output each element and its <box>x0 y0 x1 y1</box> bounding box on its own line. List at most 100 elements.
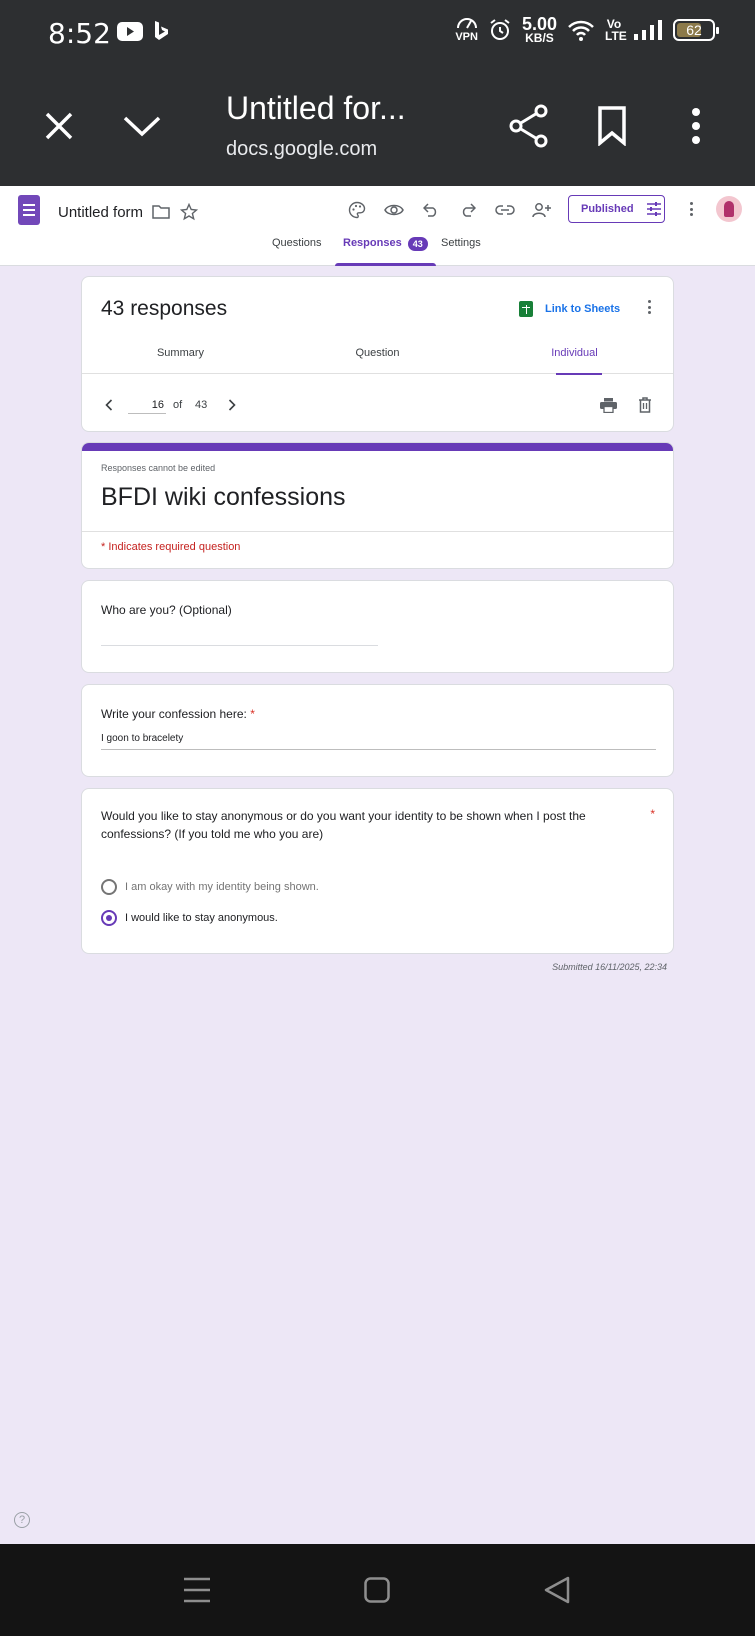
move-to-folder-button[interactable] <box>149 200 173 224</box>
youtube-icon <box>117 21 143 41</box>
tab-settings[interactable]: Settings <box>441 236 481 266</box>
radio-option-label: I am okay with my identity being shown. <box>125 881 319 893</box>
close-tab-button[interactable] <box>33 100 85 152</box>
home-button[interactable] <box>361 1574 393 1606</box>
bing-icon <box>155 21 168 40</box>
speed-unit: KB/S <box>525 31 554 45</box>
tab-questions-label: Questions <box>272 237 322 249</box>
battery-percent: 62 <box>686 22 702 38</box>
question-card: Who are you? (Optional) <box>81 580 674 673</box>
question-label: Who are you? (Optional) <box>101 603 232 617</box>
home-icon <box>364 1577 390 1603</box>
question-label: Would you like to stay anonymous or do y… <box>101 809 586 841</box>
print-icon <box>599 397 617 413</box>
vpn-icon <box>456 18 477 29</box>
required-star: * <box>250 707 255 721</box>
divider <box>82 531 673 532</box>
custom-tab-toolbar: Untitled for... docs.google.com <box>0 66 755 186</box>
forms-header: Untitled form Published Questions Respon… <box>0 186 755 266</box>
copy-link-button[interactable] <box>493 198 517 222</box>
back-icon <box>544 1576 570 1604</box>
bookmark-button[interactable] <box>586 100 638 152</box>
question-card: Would you like to stay anonymous or do y… <box>81 788 674 954</box>
answer-underline <box>101 645 378 646</box>
required-note: * Indicates required question <box>101 541 241 553</box>
star-icon <box>180 203 198 221</box>
tab-individual[interactable]: Individual <box>476 347 673 375</box>
undo-button[interactable] <box>419 198 443 222</box>
wifi-icon <box>568 20 594 41</box>
volte-label: Vo LTE <box>605 17 627 43</box>
previous-response-button[interactable] <box>100 396 118 414</box>
preview-eye-icon <box>384 204 404 216</box>
pager-total: 43 <box>195 399 208 411</box>
radio-option: I would like to stay anonymous. <box>101 910 278 926</box>
add-collaborator-icon <box>532 203 551 218</box>
answer-text: I goon to bracelety <box>101 733 184 744</box>
vpn-indicator: VPN <box>455 17 478 43</box>
tune-icon <box>646 202 661 216</box>
delete-response-button[interactable] <box>636 396 654 414</box>
tab-page-title: Untitled for... <box>226 90 406 126</box>
form-more-button[interactable] <box>681 199 701 219</box>
signal-icon <box>634 20 662 40</box>
share-button[interactable] <box>503 100 555 152</box>
preview-button[interactable] <box>382 198 406 222</box>
add-collaborators-button[interactable] <box>530 198 554 222</box>
redo-button[interactable] <box>456 198 480 222</box>
tab-questions[interactable]: Questions <box>272 236 322 266</box>
link-to-sheets-button[interactable]: Link to Sheets <box>519 301 620 317</box>
vpn-label: VPN <box>455 31 478 43</box>
question-card: Write your confession here: * I goon to … <box>81 684 674 777</box>
chevron-right-icon <box>228 399 236 411</box>
radio-option-label: I would like to stay anonymous. <box>125 912 278 924</box>
tab-summary[interactable]: Summary <box>82 347 279 374</box>
print-button[interactable] <box>599 396 617 414</box>
recents-icon <box>184 1577 210 1603</box>
more-options-button[interactable] <box>670 100 722 152</box>
tab-question[interactable]: Question <box>279 347 476 374</box>
response-pager: of 43 <box>82 387 673 423</box>
responses-not-editable-notice: Responses cannot be edited <box>101 463 216 473</box>
delete-icon <box>639 397 651 413</box>
answer-underline <box>101 749 656 750</box>
form-tabs: Questions Responses 43 Settings <box>0 236 755 266</box>
link-to-sheets-label: Link to Sheets <box>545 303 621 315</box>
customize-theme-button[interactable] <box>345 198 369 222</box>
submitted-timestamp: Submitted 16/11/2025, 22:34 <box>552 962 667 972</box>
undo-icon <box>423 203 437 217</box>
form-header-card: Responses cannot be edited BFDI wiki con… <box>81 442 674 569</box>
more-vert-icon <box>692 108 700 144</box>
folder-icon <box>152 205 170 219</box>
status-time: 8:52 <box>48 17 111 50</box>
responses-more-button[interactable] <box>639 297 659 317</box>
published-button[interactable]: Published <box>568 195 665 223</box>
tab-responses-label: Responses <box>343 237 402 249</box>
question-label: Write your confession here: * <box>101 705 255 723</box>
tab-settings-label: Settings <box>441 237 481 249</box>
responses-count-title: 43 responses <box>101 297 228 320</box>
next-response-button[interactable] <box>223 396 241 414</box>
response-number-input[interactable] <box>128 396 166 414</box>
chevron-left-icon <box>105 399 113 411</box>
response-view-tabs: Summary Question Individual <box>82 347 673 375</box>
recents-button[interactable] <box>181 1574 213 1606</box>
minimize-tab-button[interactable] <box>116 100 168 152</box>
radio-button-unselected <box>101 879 117 895</box>
share-icon <box>509 104 548 148</box>
chevron-down-icon <box>123 116 161 137</box>
form-title[interactable]: Untitled form <box>58 204 143 221</box>
link-icon <box>495 205 515 215</box>
forms-logo[interactable] <box>18 195 40 225</box>
radio-option: I am okay with my identity being shown. <box>101 879 319 895</box>
help-icon[interactable]: ? <box>14 1512 30 1528</box>
avatar[interactable] <box>716 196 742 222</box>
tab-responses[interactable]: Responses 43 <box>335 236 436 266</box>
question-label-text: Write your confession here: <box>101 707 247 721</box>
palette-icon <box>348 201 366 219</box>
form-accent-bar <box>82 443 673 451</box>
battery-indicator: 62 <box>673 19 719 41</box>
alarm-icon <box>490 19 510 40</box>
back-button[interactable] <box>541 1574 573 1606</box>
star-button[interactable] <box>177 200 201 224</box>
